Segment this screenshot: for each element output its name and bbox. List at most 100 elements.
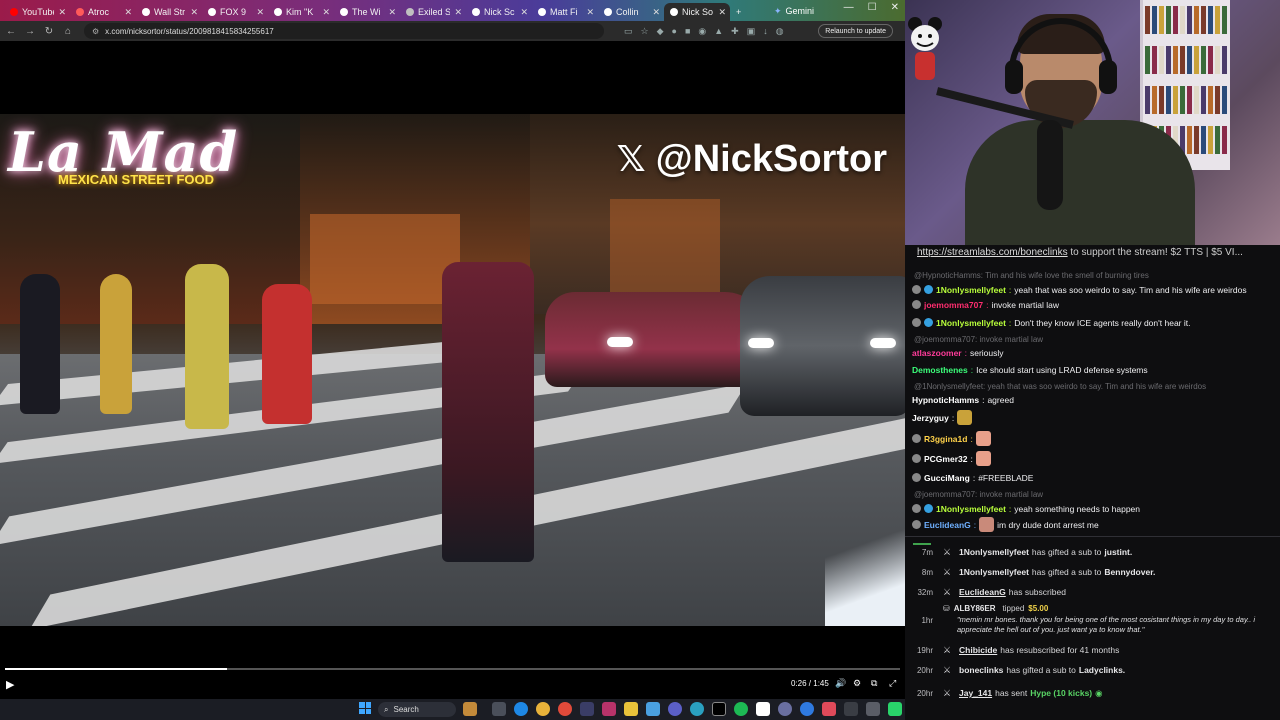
taskbar-app-icon[interactable] — [668, 702, 682, 716]
chat-username[interactable]: Demosthenes — [912, 365, 968, 375]
chat-username[interactable]: joemomma707 — [924, 300, 983, 310]
split-view-icon[interactable]: ▣ — [747, 26, 756, 37]
chat-username[interactable]: 1Nonlysmellyfeet — [936, 318, 1006, 328]
video-frame[interactable]: La Mad MEXICAN STREET FOOD 𝕏 @NickSortor — [0, 114, 905, 626]
browser-tab[interactable]: Matt Fi ✕ — [532, 3, 598, 21]
headset-earcup — [1099, 60, 1117, 94]
bookmark-star-icon[interactable]: ☆ — [641, 26, 649, 37]
tab-close-icon[interactable]: ✕ — [520, 7, 528, 18]
browser-tab[interactable]: Atroc ✕ — [70, 3, 136, 21]
cast-icon[interactable]: ▭ — [624, 26, 633, 37]
chat-username[interactable]: HypnoticHamms — [912, 395, 979, 405]
tab-close-icon[interactable]: ✕ — [190, 7, 198, 18]
forward-icon[interactable]: → — [22, 23, 38, 39]
maximize-icon[interactable]: ☐ — [868, 2, 877, 13]
browser-tab[interactable]: Exiled Syria✕ — [400, 3, 466, 21]
browser-tab[interactable]: FOX 9 ✕ — [202, 3, 268, 21]
tab-close-icon[interactable]: ✕ — [256, 7, 264, 18]
taskbar-app-icon[interactable] — [558, 702, 572, 716]
browser-tab[interactable]: Nick Sc ✕ — [466, 3, 532, 21]
extension-icon[interactable]: ● — [672, 26, 677, 37]
new-tab-button[interactable]: + — [730, 3, 748, 21]
browser-tab[interactable]: YouTube ✕ — [4, 3, 70, 21]
taskbar-app-icon[interactable] — [602, 702, 616, 716]
taskbar-app-icon[interactable] — [778, 702, 792, 716]
reload-icon[interactable]: ↻ — [41, 23, 57, 39]
event-username[interactable]: Jay_141 — [959, 688, 992, 698]
folder-icon[interactable] — [624, 702, 638, 716]
event-username[interactable]: Chibicide — [959, 645, 997, 655]
chat-username[interactable]: PCGmer32 — [924, 454, 967, 464]
event-username[interactable]: boneclinks — [959, 665, 1003, 675]
address-bar[interactable]: ⚙ x.com/nicksortor/status/20098184158342… — [84, 23, 604, 39]
taskbar-app-icon[interactable] — [822, 702, 836, 716]
chat-username[interactable]: R3ggina1d — [924, 434, 967, 444]
chat-username[interactable]: EuclideanG — [924, 520, 971, 530]
chat-username[interactable]: atlaszoomer — [912, 348, 962, 358]
taskbar-app-icon[interactable] — [866, 702, 880, 716]
relaunch-button[interactable]: Relaunch to update — [818, 24, 893, 38]
spotify-icon[interactable] — [734, 702, 748, 716]
video-progress-bar[interactable] — [5, 668, 900, 670]
taskbar-app-icon[interactable] — [888, 702, 902, 716]
tab-close-icon[interactable]: ✕ — [322, 7, 330, 18]
book — [1187, 46, 1192, 74]
play-icon[interactable]: ▶ — [6, 678, 14, 691]
event-username[interactable]: 1Nonlysmellyfeet — [959, 547, 1029, 557]
back-icon[interactable]: ← — [3, 23, 19, 39]
event-target-user[interactable]: justint. — [1104, 547, 1132, 557]
event-target-user[interactable]: Bennydover. — [1104, 567, 1155, 577]
extension-icon[interactable]: ◆ — [657, 26, 664, 37]
site-info-icon[interactable]: ⚙ — [92, 27, 99, 36]
tip-username[interactable]: ALBY86ER — [954, 604, 996, 613]
taskbar-app-icon[interactable] — [800, 702, 814, 716]
event-target-user[interactable]: Ladyclinks. — [1079, 665, 1125, 675]
taskbar-app-icon[interactable] — [646, 702, 660, 716]
tab-close-icon[interactable]: ✕ — [586, 7, 594, 18]
extension-icon[interactable]: ▲ — [714, 26, 723, 37]
taskbar-app-icon[interactable] — [514, 702, 528, 716]
tab-close-icon[interactable]: ✕ — [454, 7, 462, 18]
event-username[interactable]: EuclideanG — [959, 587, 1006, 597]
extension-icon[interactable]: ◉ — [698, 26, 706, 37]
download-icon[interactable]: ↓ — [763, 26, 768, 37]
chat-username[interactable]: 1Nonlysmellyfeet — [936, 285, 1006, 295]
browser-tab[interactable]: Collin ✕ — [598, 3, 664, 21]
tab-close-icon[interactable]: ✕ — [652, 7, 660, 18]
taskbar-app-icon[interactable] — [844, 702, 858, 716]
taskbar-app-icon[interactable] — [756, 702, 770, 716]
chrome-icon[interactable] — [536, 702, 550, 716]
fullscreen-icon[interactable]: ⤢ — [889, 678, 896, 689]
windows-start-icon[interactable] — [359, 702, 371, 714]
streamlabs-link[interactable]: https://streamlabs.com/boneclinks — [917, 247, 1068, 258]
minimize-icon[interactable]: — — [844, 2, 854, 13]
browser-tab[interactable]: Kim "K ✕ — [268, 3, 334, 21]
taskbar-app-icon[interactable] — [580, 702, 594, 716]
home-icon[interactable]: ⌂ — [60, 23, 76, 39]
tab-close-icon[interactable]: ✕ — [58, 7, 66, 18]
tab-close-icon[interactable]: ✕ — [718, 7, 726, 18]
chat-username[interactable]: GucciMang — [924, 473, 970, 483]
pip-icon[interactable]: ⧉ — [871, 678, 877, 689]
chat-username[interactable]: 1Nonlysmellyfeet — [936, 504, 1006, 514]
video-time: 0:26 / 1:45 — [791, 679, 829, 688]
x-app-icon[interactable] — [712, 702, 726, 716]
extensions-puzzle-icon[interactable]: ✚ — [731, 26, 739, 37]
browser-tab[interactable]: Nick So ✕ — [664, 3, 730, 21]
settings-gear-icon[interactable]: ⚙ — [853, 678, 861, 689]
extension-icon[interactable]: ■ — [685, 26, 690, 37]
browser-tab[interactable]: The Wi ✕ — [334, 3, 400, 21]
chat-username[interactable]: Jerzyguy — [912, 413, 949, 423]
tab-gemini[interactable]: ✦ Gemini — [768, 2, 848, 20]
close-icon[interactable]: ✕ — [891, 2, 899, 13]
browser-tab[interactable]: Wall Str ✕ — [136, 3, 202, 21]
taskbar-app-icon[interactable] — [463, 702, 477, 716]
event-username[interactable]: 1Nonlysmellyfeet — [959, 567, 1029, 577]
taskbar-search[interactable]: ⌕ Search — [378, 702, 456, 717]
taskbar-app-icon[interactable] — [492, 702, 506, 716]
tab-close-icon[interactable]: ✕ — [124, 7, 132, 18]
volume-icon[interactable]: 🔊 — [835, 678, 846, 689]
profile-avatar-icon[interactable]: ◍ — [776, 26, 784, 37]
taskbar-app-icon[interactable] — [690, 702, 704, 716]
tab-close-icon[interactable]: ✕ — [388, 7, 396, 18]
